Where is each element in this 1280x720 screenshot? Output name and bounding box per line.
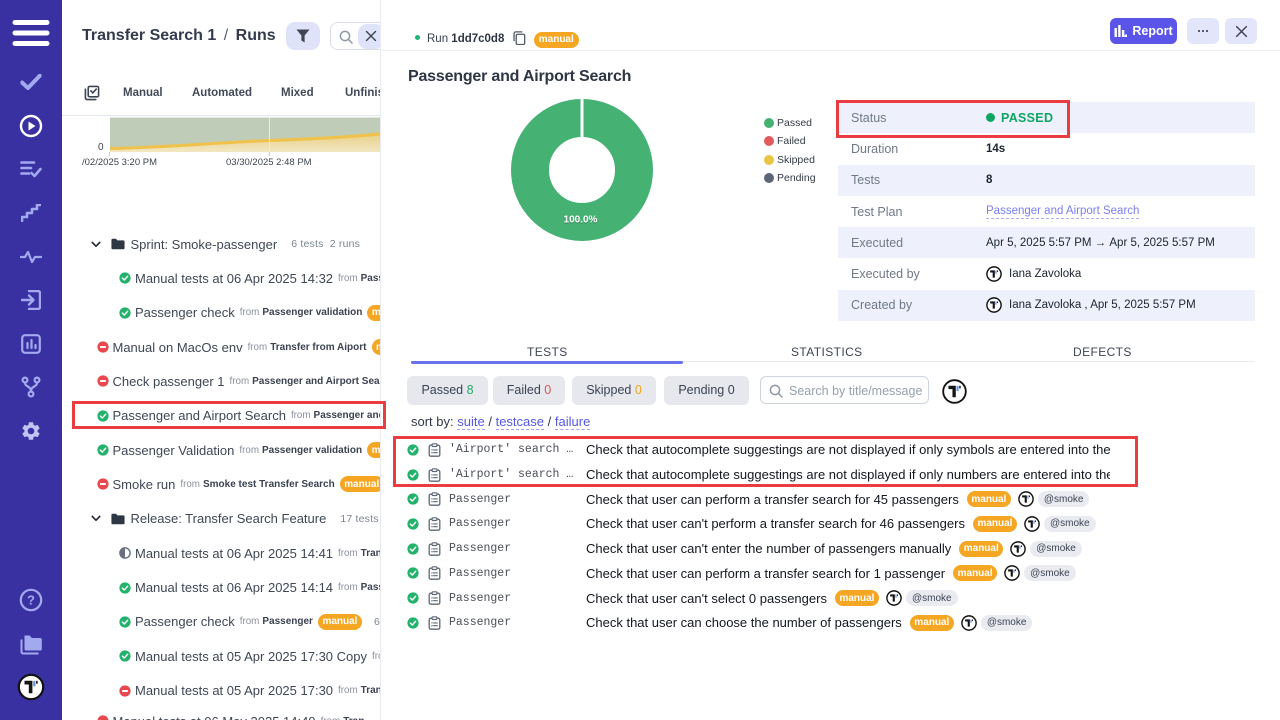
- svg-text:100.0%: 100.0%: [564, 215, 598, 226]
- svg-text:?: ?: [27, 593, 35, 608]
